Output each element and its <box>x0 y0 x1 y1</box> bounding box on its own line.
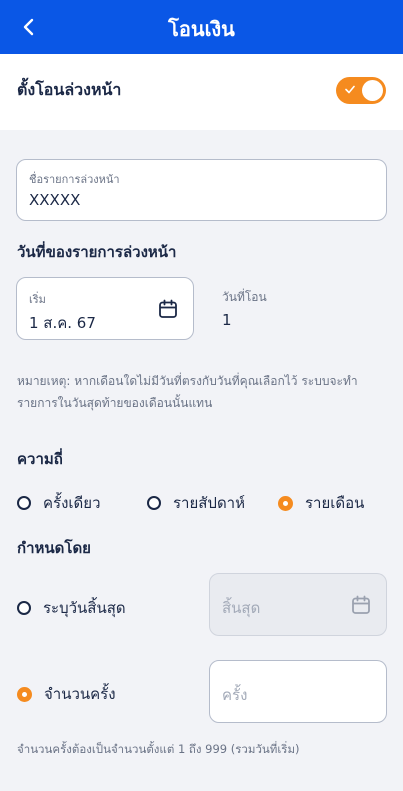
header-bar: โอนเงิน <box>0 0 403 54</box>
count-input[interactable]: ครั้ง <box>209 660 387 723</box>
count-option-label: จำนวนครั้ง <box>44 685 116 703</box>
schedule-name-value: XXXXX <box>29 191 81 209</box>
transfer-day-value: 1 <box>222 311 232 329</box>
end-by-title: กำหนดโดย <box>17 539 91 557</box>
date-section-title: วันที่ของรายการล่วงหน้า <box>17 243 177 261</box>
radio-unselected-icon <box>147 496 161 510</box>
frequency-monthly-label: รายเดือน <box>305 494 365 512</box>
calendar-icon[interactable] <box>158 299 178 319</box>
schedule-toggle-label: ตั้งโอนล่วงหน้า <box>17 80 122 99</box>
end-date-field[interactable]: สิ้นสุด <box>209 573 387 636</box>
end-date-placeholder: สิ้นสุด <box>222 599 261 617</box>
start-date-field[interactable]: เริ่ม 1 ส.ค. 67 <box>16 277 194 340</box>
count-radio[interactable]: จำนวนครั้ง <box>17 682 116 706</box>
count-hint: จำนวนครั้งต้องเป็นจำนวนตั้งแต่ 1 ถึง 999… <box>17 742 300 756</box>
radio-unselected-icon <box>17 601 31 615</box>
frequency-title: ความถี่ <box>17 450 63 468</box>
radio-selected-icon <box>278 495 293 511</box>
end-date-option-label: ระบุวันสิ้นสุด <box>43 599 126 617</box>
end-date-radio[interactable]: ระบุวันสิ้นสุด <box>17 596 126 620</box>
count-placeholder: ครั้ง <box>222 686 248 704</box>
schedule-name-label: ชื่อรายการล่วงหน้า <box>29 173 120 186</box>
schedule-name-field[interactable]: ชื่อรายการล่วงหน้า XXXXX <box>16 159 387 221</box>
radio-selected-icon <box>17 686 32 702</box>
schedule-toggle-switch[interactable] <box>336 77 386 104</box>
schedule-toggle-row: ตั้งโอนล่วงหน้า <box>0 54 403 130</box>
start-date-value: 1 ส.ค. 67 <box>29 314 96 332</box>
frequency-monthly-radio[interactable]: รายเดือน <box>278 491 364 515</box>
frequency-once-radio[interactable]: ครั้งเดียว <box>17 491 101 515</box>
start-date-label: เริ่ม <box>29 293 46 306</box>
frequency-weekly-radio[interactable]: รายสัปดาห์ <box>147 491 245 515</box>
frequency-weekly-label: รายสัปดาห์ <box>173 494 245 512</box>
calendar-icon[interactable] <box>351 595 371 615</box>
check-icon <box>345 85 355 94</box>
radio-unselected-icon <box>17 496 31 510</box>
switch-knob <box>362 80 383 101</box>
transfer-day-label: วันที่โอน <box>222 290 267 304</box>
frequency-once-label: ครั้งเดียว <box>43 494 101 512</box>
page-title: โอนเงิน <box>168 17 235 41</box>
schedule-note: หมายเหตุ: หากเดือนใดไม่มีวันที่ตรงกับวัน… <box>17 374 358 410</box>
